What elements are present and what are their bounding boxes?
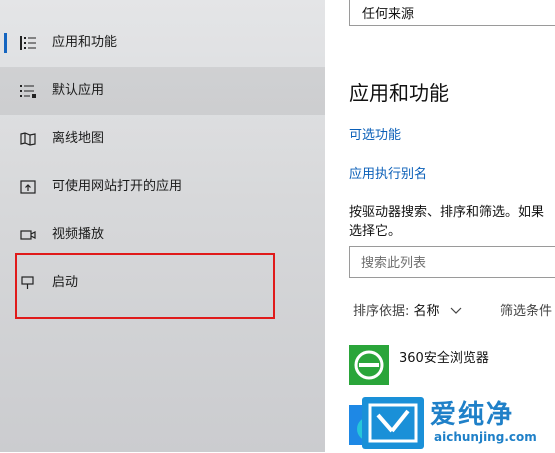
default-apps-icon: [20, 84, 36, 98]
sidebar-item-offline-maps[interactable]: 离线地图: [0, 115, 325, 163]
sort-value: 名称: [413, 304, 440, 319]
browser-360-icon: [349, 345, 389, 385]
sidebar-item-label: 离线地图: [52, 131, 105, 146]
sort-by[interactable]: 排序依据: 名称: [353, 300, 462, 319]
app-source-dropdown[interactable]: 任何来源: [349, 0, 555, 26]
sidebar-item-label: 视频播放: [52, 227, 105, 242]
optional-features-link[interactable]: 可选功能: [349, 124, 401, 143]
filter-by[interactable]: 筛选条件: [500, 300, 552, 319]
sidebar-item-apps-features[interactable]: 应用和功能: [0, 19, 325, 67]
search-list-box[interactable]: [349, 246, 555, 278]
sidebar-item-default-apps[interactable]: 默认应用: [0, 67, 325, 115]
selection-indicator: [4, 33, 7, 53]
watermark: 爱纯净 aichunjing.com: [362, 392, 555, 452]
app-list-item[interactable]: 360安全浏览器: [349, 345, 555, 385]
sidebar-item-label: 可使用网站打开的应用: [52, 179, 183, 194]
search-input[interactable]: [351, 248, 555, 278]
sidebar-item-video-playback[interactable]: 视频播放: [0, 211, 325, 259]
open-with-website-icon: [20, 180, 36, 194]
page-title: 应用和功能: [349, 81, 449, 105]
watermark-logo-icon: [362, 397, 424, 449]
sidebar-item-label: 默认应用: [52, 83, 105, 98]
sidebar-item-label: 应用和功能: [52, 35, 118, 50]
settings-sidebar: 应用和功能 默认应用 离线地图 可使用网站打开的应用 视频播放 启动: [0, 0, 325, 452]
app-name: 360安全浏览器: [399, 351, 489, 366]
dropdown-value: 任何来源: [362, 7, 415, 22]
main-content: 任何来源 应用和功能 可选功能 应用执行别名 按驱动器搜索、排序和筛选。如果选择…: [325, 0, 555, 452]
apps-list-icon: [20, 36, 36, 50]
startup-highlight-box: [15, 253, 275, 319]
offline-map-icon: [20, 132, 36, 146]
app-execution-aliases-link[interactable]: 应用执行别名: [349, 163, 427, 182]
sidebar-item-apps-for-websites[interactable]: 可使用网站打开的应用: [0, 163, 325, 211]
sort-label: 排序依据:: [353, 304, 410, 319]
watermark-title: 爱纯净: [430, 400, 515, 430]
video-playback-icon: [20, 228, 36, 242]
search-description: 按驱动器搜索、排序和筛选。如果选择它。: [349, 205, 545, 239]
watermark-url: aichunjing.com: [434, 430, 537, 444]
chevron-down-icon: [450, 304, 462, 319]
